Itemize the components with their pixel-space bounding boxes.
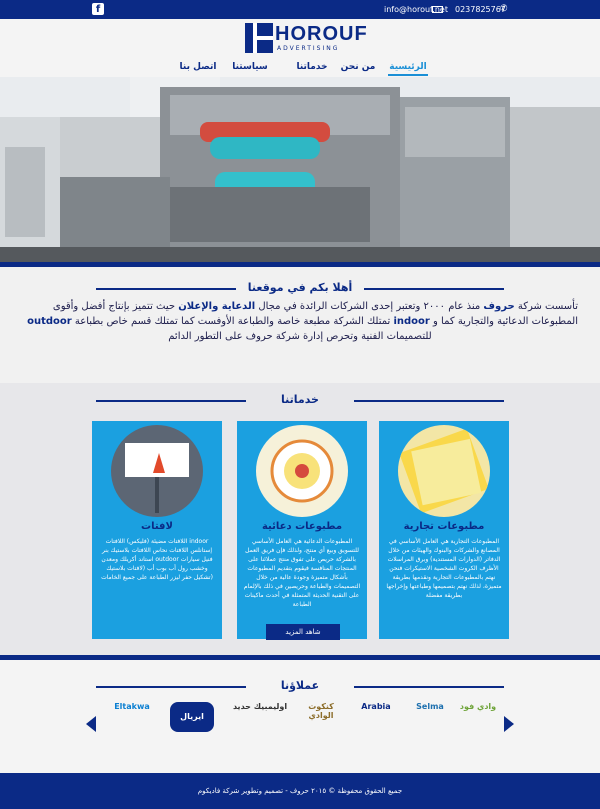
see-more-button[interactable]: شاهد المزيد	[266, 624, 340, 640]
client-logo[interactable]: Arabia	[352, 702, 400, 742]
client-logo[interactable]: Selma	[408, 702, 452, 742]
printing-press-image	[0, 77, 600, 262]
nav-about[interactable]: من نحن	[338, 62, 378, 72]
service-card-commercial[interactable]: مطبوعات تجارية المطبوعات التجارية هي الع…	[379, 421, 509, 639]
services-title: خدماتنا	[281, 393, 319, 406]
service-card-advertising[interactable]: مطبوعات دعائية المطبوعات الدعائية هي الع…	[237, 421, 367, 639]
clients-title: عملاؤنا	[280, 679, 320, 692]
service-card-signs[interactable]: لافتات indoor اللافتات مضيئة (فليكس) الل…	[92, 421, 222, 639]
forms-image	[398, 425, 490, 517]
service-title: مطبوعات دعائية	[261, 521, 343, 532]
service-text: المطبوعات التجارية هي العامل الأساسي في …	[386, 538, 502, 599]
logo-tagline: ADVERTISING	[277, 45, 340, 52]
logo[interactable]: HOROUF ADVERTISING	[245, 23, 368, 55]
logo-wordmark: HOROUF	[275, 23, 368, 45]
carousel-next-icon[interactable]	[504, 716, 514, 732]
services-line-right	[354, 400, 504, 402]
billboard-image	[111, 425, 203, 517]
footer: جميع الحقوق محفوظة © ٢٠١٥ حروف - تصميم و…	[0, 773, 600, 809]
carousel-prev-icon[interactable]	[86, 716, 96, 732]
title-line-left	[96, 288, 236, 290]
top-bar: f info@horouf.net 0237825767 ✆	[0, 0, 600, 19]
phone-icon: ✆	[500, 4, 508, 14]
title-line-right	[364, 288, 504, 290]
nav-services[interactable]: خدماتنا	[292, 62, 332, 72]
client-logo[interactable]: كنكوت الوادي	[296, 702, 346, 742]
client-logo[interactable]: ايريال	[170, 702, 214, 732]
divider-bar	[0, 262, 600, 267]
client-logo[interactable]: Eltakwa	[102, 702, 162, 742]
clients-line-left	[96, 686, 246, 688]
facebook-icon[interactable]: f	[92, 3, 104, 15]
logo-mark-icon	[245, 23, 273, 53]
mail-icon	[432, 6, 443, 13]
services-line-left	[96, 400, 246, 402]
clients-line-right	[354, 686, 504, 688]
nav-contact[interactable]: اتصل بنا	[176, 62, 220, 72]
client-logo[interactable]: وادي فود	[458, 702, 498, 742]
service-text: indoor اللافتات مضيئة (فليكس) اللافتات إ…	[101, 538, 213, 581]
phone-number[interactable]: 0237825767	[455, 5, 506, 14]
hero-slider[interactable]	[0, 77, 600, 262]
header: HOROUF ADVERTISING الرئيسية من نحن خدمات…	[0, 19, 600, 77]
client-logo[interactable]: اوليمبيك حديد	[232, 702, 288, 742]
service-text: المطبوعات الدعائية هي العامل الأساسي للت…	[243, 538, 361, 608]
nav-home[interactable]: الرئيسية	[388, 62, 428, 76]
welcome-title: أهلا بكم في موقعنا	[247, 281, 353, 294]
service-title: لافتات	[141, 521, 173, 532]
nav-policy[interactable]: سياستنا	[228, 62, 272, 72]
about-text: تأسست شركة حروف منذ عام ٢٠٠٠ وتعتبر إحدى…	[27, 301, 578, 342]
service-title: مطبوعات تجارية	[403, 521, 485, 532]
calendar-image	[256, 425, 348, 517]
